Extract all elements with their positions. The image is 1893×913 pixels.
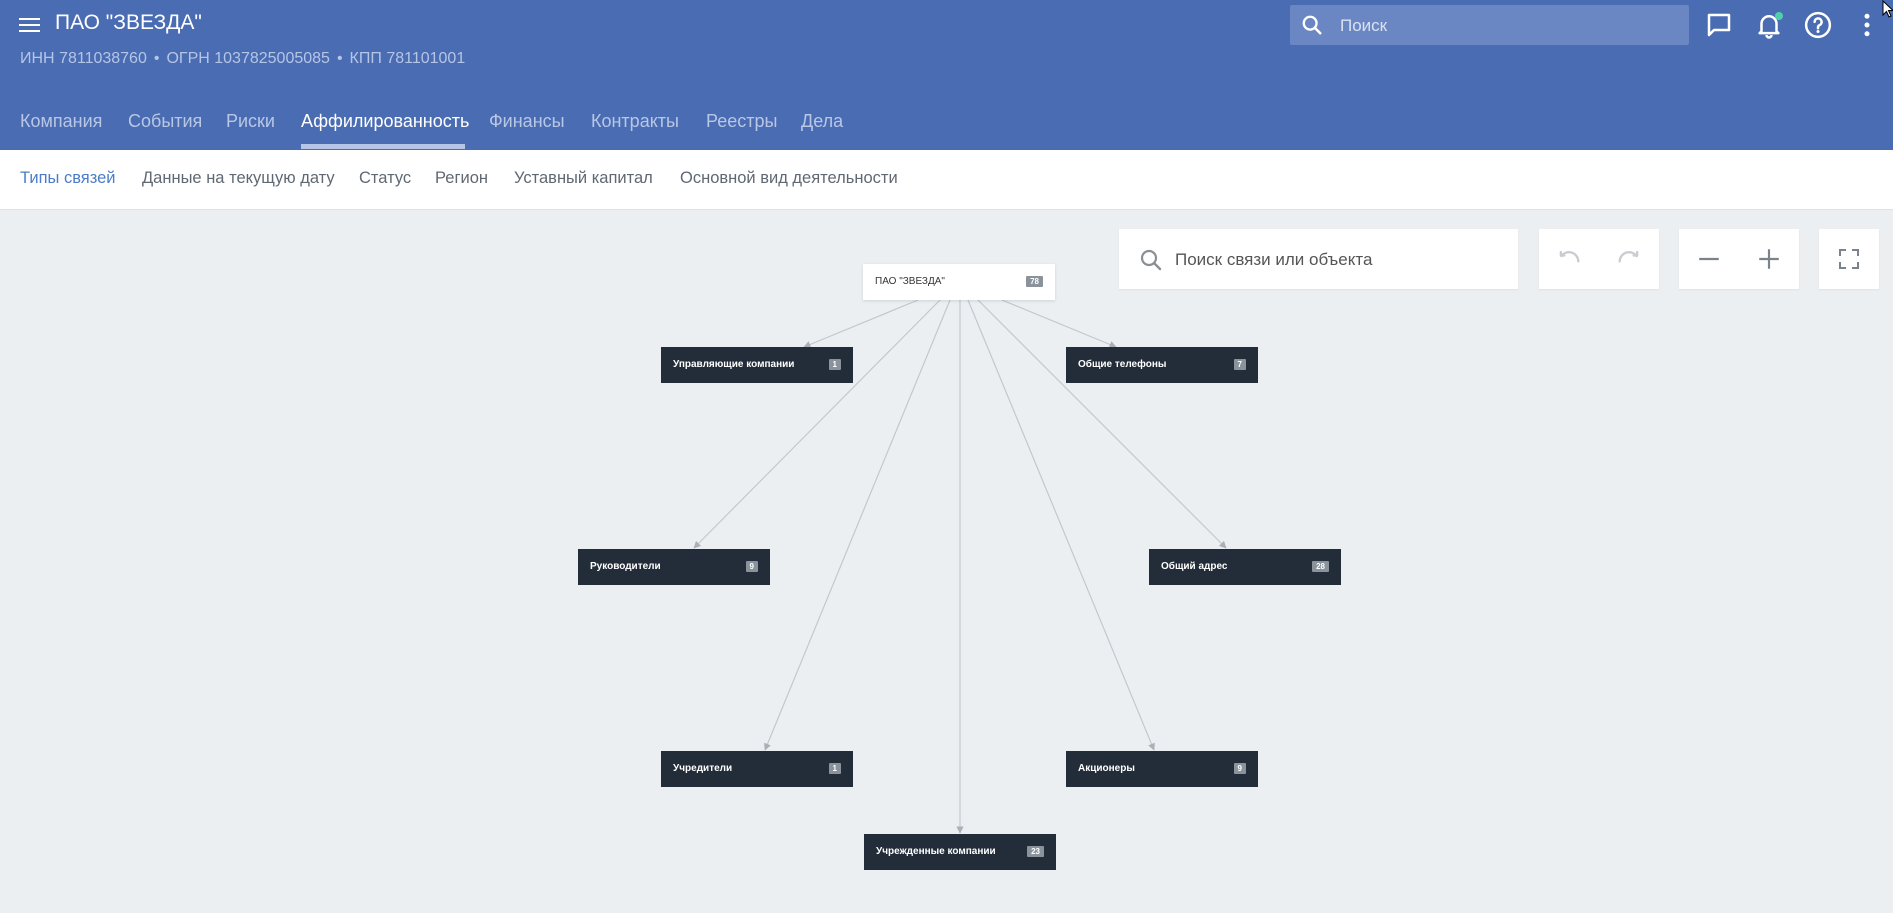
graph-node-shareholders[interactable]: Акционеры 9 bbox=[1066, 751, 1258, 787]
kpp-text: КПП 781101001 bbox=[349, 50, 466, 67]
graph-node-managing-companies[interactable]: Управляющие компании 1 bbox=[661, 347, 853, 383]
filter-region[interactable]: Регион bbox=[435, 169, 488, 188]
zoom-in-button[interactable] bbox=[1739, 229, 1799, 289]
fullscreen-toggle[interactable] bbox=[1819, 229, 1879, 289]
graph-canvas[interactable]: ПАО "ЗВЕЗДА" 78 Управляющие компании 1 О… bbox=[0, 210, 1893, 913]
zoom-controls bbox=[1679, 229, 1799, 289]
node-label: Акционеры bbox=[1078, 763, 1135, 774]
tab-events[interactable]: События bbox=[128, 111, 202, 132]
search-icon bbox=[1302, 15, 1322, 35]
tab-finance[interactable]: Финансы bbox=[489, 111, 565, 132]
filter-current-date[interactable]: Данные на текущую дату bbox=[142, 169, 335, 188]
separator: • bbox=[153, 50, 160, 67]
cursor-icon bbox=[1882, 0, 1893, 18]
zoom-out-button[interactable] bbox=[1679, 229, 1739, 289]
node-count: 9 bbox=[745, 561, 758, 572]
node-label: Учредители bbox=[673, 763, 733, 774]
search-icon bbox=[1140, 249, 1162, 271]
node-count: 7 bbox=[1233, 359, 1246, 370]
inn-text: ИНН 7811038760 bbox=[20, 50, 147, 67]
edge-address bbox=[977, 299, 1227, 549]
node-count: 1 bbox=[828, 763, 841, 774]
undo-button[interactable] bbox=[1539, 229, 1599, 289]
node-label: Общие телефоны bbox=[1078, 359, 1167, 370]
node-label: Учрежденные компании bbox=[876, 846, 996, 857]
filter-capital[interactable]: Уставный капитал bbox=[514, 169, 653, 188]
graph-node-directors[interactable]: Руководители 9 bbox=[578, 549, 770, 585]
tab-company[interactable]: Компания bbox=[20, 111, 102, 132]
node-label: ПАО "ЗВЕЗДА" bbox=[875, 276, 945, 287]
minus-icon bbox=[1699, 257, 1719, 261]
notification-dot bbox=[1775, 12, 1783, 20]
undo-icon bbox=[1559, 250, 1580, 263]
graph-search-input[interactable] bbox=[1173, 229, 1507, 291]
filter-bar: Типы связей Данные на текущую дату Стату… bbox=[0, 150, 1893, 210]
separator: • bbox=[336, 50, 343, 67]
filter-link-types[interactable]: Типы связей bbox=[20, 169, 116, 188]
node-count: 78 bbox=[1026, 276, 1043, 287]
tab-contracts[interactable]: Контракты bbox=[591, 111, 679, 132]
edge-directors bbox=[693, 299, 941, 549]
fullscreen-button[interactable] bbox=[1819, 229, 1879, 289]
help-icon[interactable] bbox=[1803, 10, 1833, 40]
ogrn-text: ОГРН 1037825005085 bbox=[166, 50, 330, 67]
filter-status[interactable]: Статус bbox=[359, 169, 411, 188]
redo-icon bbox=[1618, 250, 1639, 263]
node-count: 28 bbox=[1312, 561, 1329, 572]
company-requisites: ИНН 7811038760 • ОГРН 1037825005085 • КПП 78… bbox=[20, 50, 465, 68]
plus-icon bbox=[1759, 249, 1779, 269]
tab-affiliation[interactable]: Аффилированность bbox=[301, 111, 469, 132]
node-count: 9 bbox=[1233, 763, 1246, 774]
redo-button[interactable] bbox=[1599, 229, 1659, 289]
tab-cases[interactable]: Дела bbox=[801, 111, 843, 132]
more-vertical-icon[interactable] bbox=[1852, 10, 1882, 40]
node-label: Руководители bbox=[590, 561, 661, 572]
fullscreen-icon bbox=[1839, 249, 1859, 269]
chat-icon[interactable] bbox=[1704, 10, 1734, 40]
bell-icon[interactable] bbox=[1754, 10, 1784, 40]
tab-risks[interactable]: Риски bbox=[226, 111, 275, 132]
graph-node-common-phones[interactable]: Общие телефоны 7 bbox=[1066, 347, 1258, 383]
graph-search[interactable] bbox=[1119, 229, 1518, 291]
filter-activity[interactable]: Основной вид деятельности bbox=[680, 169, 898, 188]
graph-node-common-address[interactable]: Общий адрес 28 bbox=[1149, 549, 1341, 585]
menu-icon[interactable] bbox=[19, 14, 41, 36]
graph-node-root[interactable]: ПАО "ЗВЕЗДА" 78 bbox=[863, 264, 1055, 300]
node-label: Управляющие компании bbox=[673, 359, 795, 370]
node-count: 23 bbox=[1027, 846, 1044, 857]
graph-node-founded-companies[interactable]: Учрежденные компании 23 bbox=[864, 834, 1056, 870]
graph-edges bbox=[693, 299, 1227, 834]
global-search[interactable] bbox=[1290, 5, 1689, 47]
app-header: ПАО "ЗВЕЗДА" ИНН 7811038760 • ОГРН 1037825… bbox=[0, 0, 1893, 150]
tab-registries[interactable]: Реестры bbox=[706, 111, 777, 132]
graph-node-founders[interactable]: Учредители 1 bbox=[661, 751, 853, 787]
history-controls bbox=[1539, 229, 1659, 289]
node-label: Общий адрес bbox=[1161, 561, 1228, 572]
company-title: ПАО "ЗВЕЗДА" bbox=[55, 11, 202, 34]
node-count: 1 bbox=[828, 359, 841, 370]
search-input[interactable] bbox=[1338, 5, 1682, 47]
active-tab-indicator bbox=[301, 144, 465, 149]
edge-phones bbox=[1001, 299, 1117, 348]
